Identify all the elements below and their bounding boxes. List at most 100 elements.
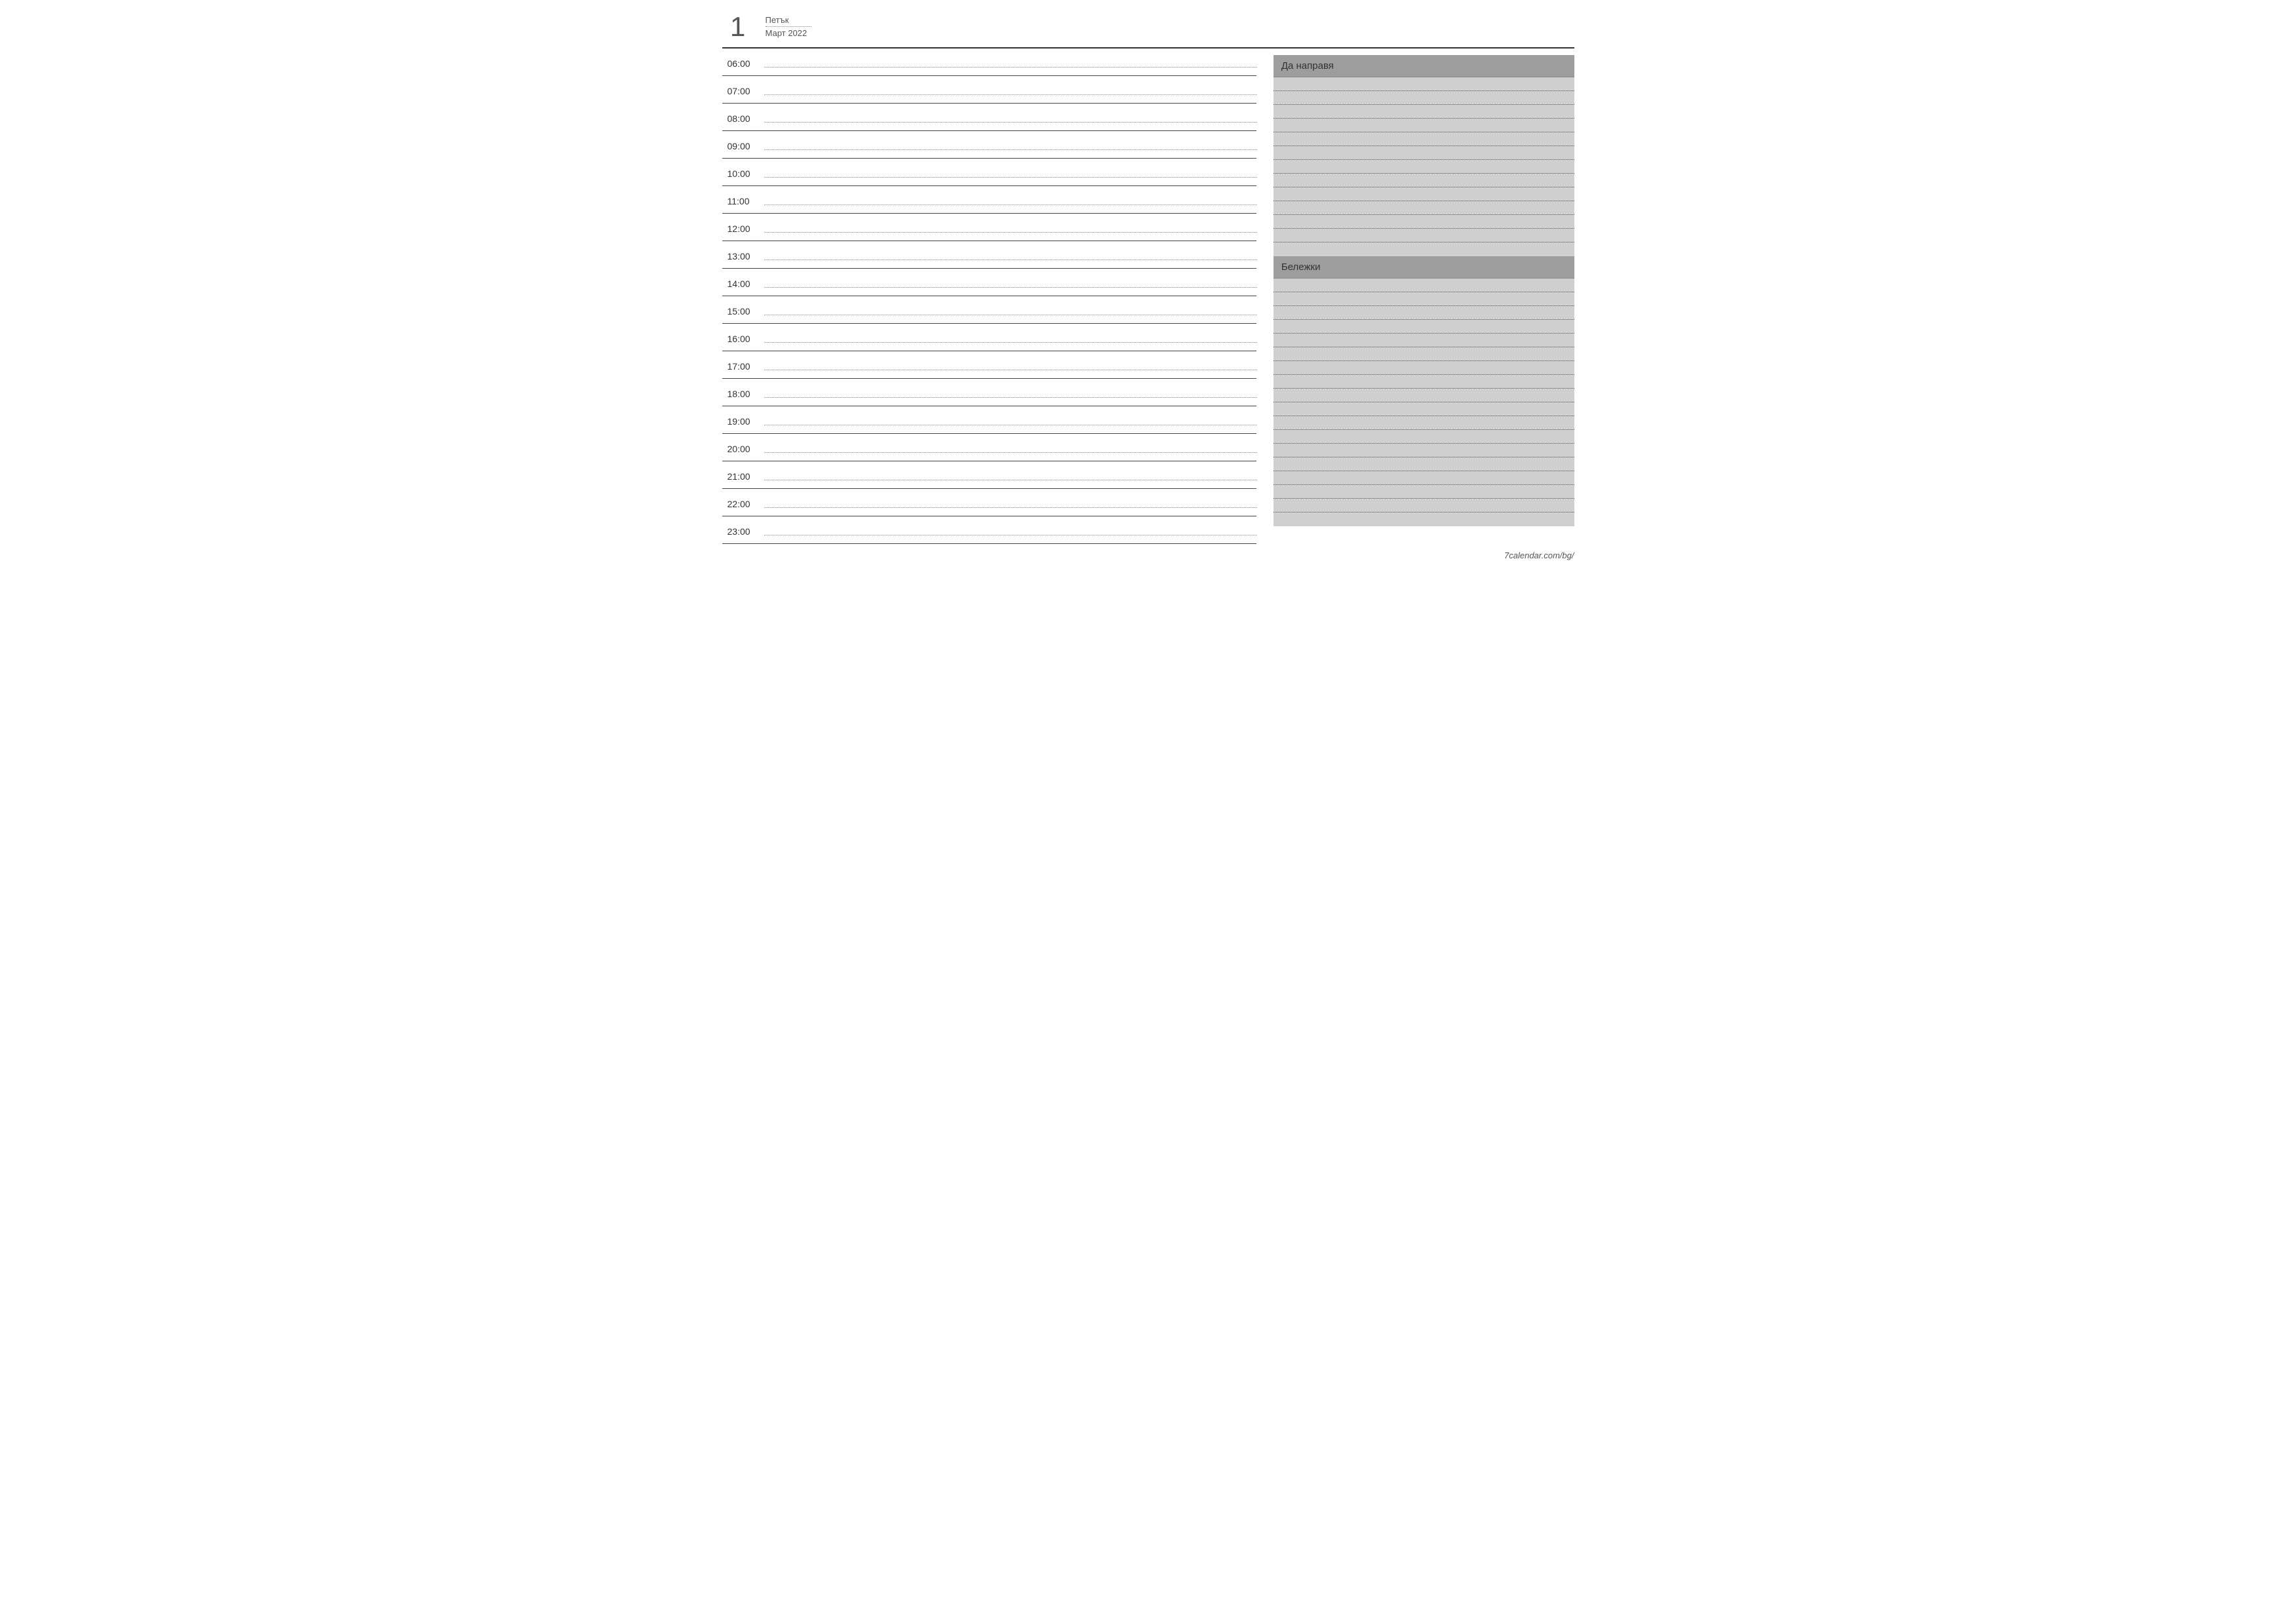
todo-line [1274, 146, 1574, 160]
notes-line [1274, 402, 1574, 416]
hour-row: 17:00 [722, 351, 1256, 379]
notes-line [1274, 334, 1574, 347]
todo-line [1274, 119, 1574, 132]
hour-label: 17:00 [722, 361, 764, 378]
todo-line [1274, 215, 1574, 229]
hour-row: 10:00 [722, 159, 1256, 186]
hour-label: 19:00 [722, 416, 764, 433]
hour-row: 09:00 [722, 131, 1256, 159]
hour-label: 21:00 [722, 471, 764, 488]
hour-writing-line [764, 214, 1256, 241]
hour-writing-line [764, 48, 1256, 75]
hour-row: 07:00 [722, 76, 1256, 104]
hour-label: 08:00 [722, 113, 764, 130]
hour-label: 07:00 [722, 86, 764, 103]
todo-line [1274, 160, 1574, 174]
date-header: 1 Петък Март 2022 [722, 13, 1574, 45]
notes-line [1274, 512, 1574, 526]
hour-writing-line [764, 351, 1256, 378]
todo-line [1274, 132, 1574, 146]
hour-writing-line [764, 131, 1256, 158]
notes-title: Бележки [1274, 256, 1574, 279]
hour-row: 15:00 [722, 296, 1256, 324]
hour-label: 23:00 [722, 526, 764, 543]
hour-row: 22:00 [722, 489, 1256, 516]
hour-label: 10:00 [722, 168, 764, 185]
notes-line [1274, 457, 1574, 471]
hour-row: 08:00 [722, 104, 1256, 131]
hour-writing-line [764, 104, 1256, 130]
notes-line [1274, 292, 1574, 306]
notes-line [1274, 499, 1574, 512]
hour-writing-line [764, 461, 1256, 488]
hour-row: 12:00 [722, 214, 1256, 241]
hour-label: 11:00 [722, 196, 764, 213]
todo-line [1274, 201, 1574, 215]
todo-line [1274, 242, 1574, 256]
hour-writing-line [764, 296, 1256, 323]
todo-line [1274, 174, 1574, 187]
hour-writing-line [764, 379, 1256, 406]
todo-title: Да направя [1274, 55, 1574, 77]
hour-label: 13:00 [722, 251, 764, 268]
hour-row: 21:00 [722, 461, 1256, 489]
hour-writing-line [764, 269, 1256, 296]
todo-line [1274, 105, 1574, 119]
hour-label: 18:00 [722, 389, 764, 406]
notes-line [1274, 416, 1574, 430]
notes-line [1274, 375, 1574, 389]
todo-body [1274, 77, 1574, 256]
date-meta: Петък Март 2022 [766, 13, 811, 38]
hour-label: 12:00 [722, 223, 764, 241]
hour-label: 22:00 [722, 499, 764, 516]
hour-writing-line [764, 241, 1256, 268]
hour-label: 15:00 [722, 306, 764, 323]
footer-source: 7calendar.com/bg/ [722, 544, 1574, 560]
notes-line [1274, 430, 1574, 444]
notes-body [1274, 279, 1574, 526]
notes-line [1274, 444, 1574, 457]
hour-row: 14:00 [722, 269, 1256, 296]
todo-line [1274, 187, 1574, 201]
notes-line [1274, 347, 1574, 361]
hour-writing-line [764, 186, 1256, 213]
notes-line [1274, 389, 1574, 402]
planner-page: 1 Петък Март 2022 06:0007:0008:0009:0010… [722, 13, 1574, 560]
todo-line [1274, 229, 1574, 242]
notes-line [1274, 471, 1574, 485]
todo-line [1274, 77, 1574, 91]
hour-label: 14:00 [722, 279, 764, 296]
hour-label: 06:00 [722, 58, 764, 75]
hour-writing-line [764, 489, 1256, 516]
weekday-label: Петък [766, 15, 811, 27]
hour-row: 20:00 [722, 434, 1256, 461]
notes-line [1274, 485, 1574, 499]
hour-row: 19:00 [722, 406, 1256, 434]
month-year-label: Март 2022 [766, 27, 811, 38]
hour-writing-line [764, 434, 1256, 461]
hour-writing-line [764, 406, 1256, 433]
hour-row: 23:00 [722, 516, 1256, 544]
hour-label: 16:00 [722, 334, 764, 351]
notes-line [1274, 361, 1574, 375]
hour-writing-line [764, 76, 1256, 103]
hour-row: 16:00 [722, 324, 1256, 351]
hour-row: 18:00 [722, 379, 1256, 406]
todo-line [1274, 91, 1574, 105]
hour-row: 06:00 [722, 48, 1256, 76]
notes-line [1274, 320, 1574, 334]
todo-panel: Да направя [1274, 55, 1574, 256]
notes-line [1274, 306, 1574, 320]
hour-writing-line [764, 516, 1256, 543]
hour-writing-line [764, 324, 1256, 351]
hourly-schedule: 06:00 07:00 08:0009:00 10:00 11:00 12:00 13:00… [722, 48, 1256, 544]
hour-label: 20:00 [722, 444, 764, 461]
hour-row: 11:00 [722, 186, 1256, 214]
notes-panel: Бележки [1274, 256, 1574, 526]
notes-line [1274, 279, 1574, 292]
hour-writing-line [764, 159, 1256, 185]
day-number: 1 [722, 13, 754, 41]
content-area: 06:00 07:00 08:0009:00 10:00 11:00 12:00 13:00… [722, 47, 1574, 544]
sidebar: Да направя Бележки [1274, 48, 1574, 544]
hour-row: 13:00 [722, 241, 1256, 269]
